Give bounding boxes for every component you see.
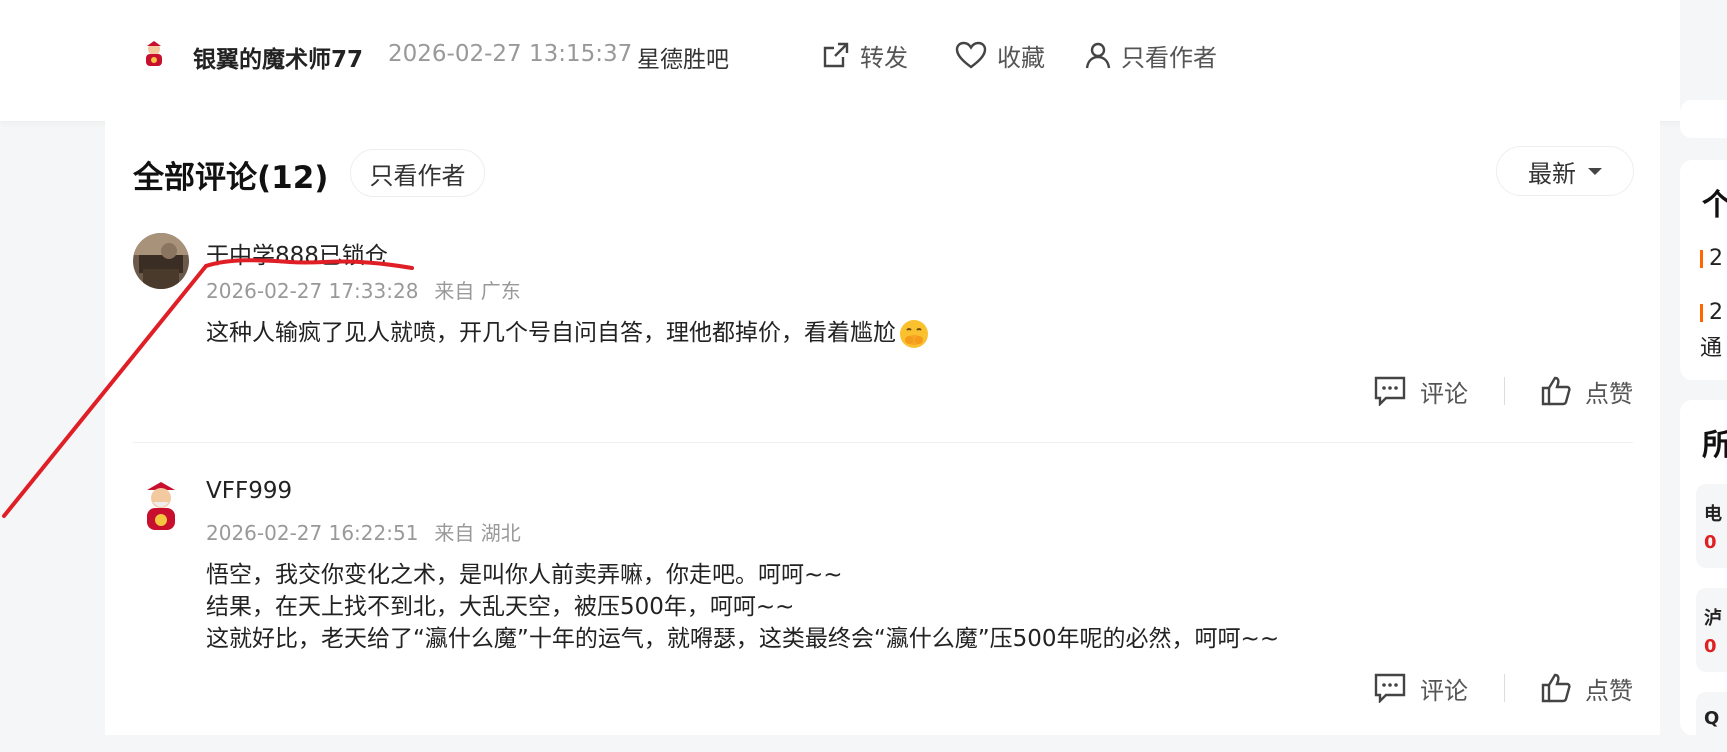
shy-face-emoji-icon	[900, 319, 928, 348]
sidebar-card-title: 所	[1702, 428, 1727, 463]
author-avatar[interactable]	[140, 40, 168, 68]
comment-item: 干中学888已锁仓 2026-02-27 17:33:28 来自 广东 这种人输疯…	[133, 233, 1633, 413]
post-header-bar: 银翼的魔术师77 2026-02-27 13:15:37 星德胜吧 转发 收藏 …	[0, 0, 1727, 121]
sidebar-line[interactable]: 2	[1700, 246, 1723, 271]
comment-actions: 评论 点赞	[1374, 670, 1633, 706]
comment-line: 这种人输疯了见人就喷，开几个号自问自答，理他都掉价，看着尴尬	[206, 320, 896, 346]
only-author-filter[interactable]: 只看作者	[350, 149, 485, 197]
sidebar-list-item[interactable]: 电 0	[1696, 484, 1727, 568]
share-label: 转发	[860, 43, 908, 72]
reply-button[interactable]: 评论	[1374, 671, 1468, 706]
comment-location: 来自 湖北	[434, 521, 521, 545]
comment-actions: 评论 点赞	[1374, 373, 1633, 409]
sidebar-list-item[interactable]: Q	[1696, 692, 1727, 752]
comment-time: 2026-02-27 16:22:51	[206, 521, 419, 545]
comment-location: 来自 广东	[434, 279, 521, 303]
reply-button[interactable]: 评论	[1374, 374, 1468, 409]
post-time: 2026-02-27 13:15:37	[388, 41, 633, 67]
commenter-name[interactable]: 干中学888已锁仓	[206, 236, 388, 270]
comment-meta: 2026-02-27 17:33:28 来自 广东	[206, 275, 521, 304]
like-button[interactable]: 点赞	[1541, 671, 1633, 706]
share-button[interactable]: 转发	[822, 38, 908, 72]
comment-body: 这种人输疯了见人就喷，开几个号自问自答，理他都掉价，看着尴尬	[206, 317, 930, 350]
commenter-avatar[interactable]	[133, 478, 189, 534]
comment-body: 悟空，我交你变化之术，是叫你人前卖弄嘛，你走吧。呵呵~~ 结果，在天上找不到北，…	[206, 559, 1279, 655]
heart-icon	[955, 41, 987, 69]
forum-link[interactable]: 星德胜吧	[637, 40, 729, 74]
sort-label: 最新	[1528, 159, 1576, 188]
thumbs-up-icon	[1541, 673, 1571, 703]
share-icon	[823, 42, 849, 68]
actions-divider	[1504, 377, 1505, 405]
sidebar-line-text: 通	[1700, 336, 1723, 361]
sidebar-card-personal: 个 2 2 通	[1680, 160, 1727, 380]
comment-meta: 2026-02-27 16:22:51 来自 湖北	[206, 517, 521, 546]
user-icon	[1085, 42, 1111, 69]
comment-icon	[1374, 673, 1406, 703]
reply-label: 评论	[1420, 379, 1468, 408]
like-label: 点赞	[1585, 379, 1633, 408]
sidebar-line[interactable]: 2	[1700, 300, 1723, 325]
comment-divider	[133, 442, 1633, 443]
comment-icon	[1374, 376, 1406, 406]
favorite-button[interactable]: 收藏	[955, 38, 1045, 72]
comment-line: 结果，在天上找不到北，大乱天空，被压500年，呵呵~~	[206, 594, 795, 620]
commenter-avatar[interactable]	[133, 233, 189, 289]
reply-label: 评论	[1420, 676, 1468, 705]
commenter-name[interactable]: VFF999	[206, 478, 292, 504]
comment-item: VFF999 2026-02-27 16:22:51 来自 湖北 悟空，我交你变化…	[133, 474, 1633, 714]
like-button[interactable]: 点赞	[1541, 374, 1633, 409]
caret-down-icon	[1588, 167, 1602, 175]
comments-title: 全部评论(12)	[133, 160, 329, 196]
sidebar-card-list: 所 电 0 泸 0 Q	[1680, 400, 1727, 752]
sidebar-card-top	[1680, 100, 1727, 138]
favorite-label: 收藏	[997, 43, 1045, 72]
actions-divider	[1504, 674, 1505, 702]
like-label: 点赞	[1585, 676, 1633, 705]
only-author-label: 只看作者	[1121, 43, 1217, 72]
comment-line: 这就好比，老天给了“瀛什么魔”十年的运气，就嘚瑟，这类最终会“瀛什么魔”压500…	[206, 626, 1280, 652]
author-name[interactable]: 银翼的魔术师77	[193, 40, 363, 74]
comment-time: 2026-02-27 17:33:28	[206, 279, 419, 303]
only-author-button[interactable]: 只看作者	[1085, 38, 1217, 72]
sidebar-card-title: 个	[1702, 188, 1727, 223]
sort-dropdown[interactable]: 最新	[1496, 146, 1634, 196]
comment-line: 悟空，我交你变化之术，是叫你人前卖弄嘛，你走吧。呵呵~~	[206, 562, 843, 588]
sidebar-list-item[interactable]: 泸 0	[1696, 588, 1727, 672]
thumbs-up-icon	[1541, 376, 1571, 406]
